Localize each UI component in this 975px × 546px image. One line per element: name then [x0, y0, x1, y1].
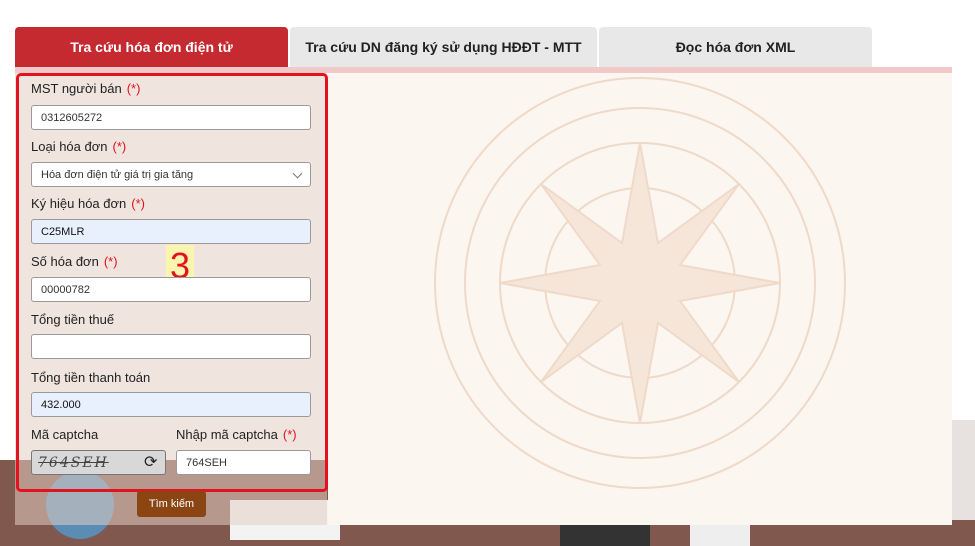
seller-tax-input[interactable]: 0312605272	[31, 105, 311, 130]
total-payment-label: Tổng tiền thanh toán	[31, 370, 151, 385]
tab-lookup-business-registration[interactable]: Tra cứu DN đăng ký sử dụng HĐĐT - MTT	[290, 27, 597, 67]
chevron-down-icon	[292, 168, 303, 179]
tab-bar: Tra cứu hóa đơn điện tử Tra cứu DN đăng …	[15, 27, 874, 67]
invoice-number-input[interactable]: 00000782	[31, 277, 311, 302]
captcha-label: Mã captcha	[31, 427, 99, 442]
tab-read-xml-invoice[interactable]: Đọc hóa đơn XML	[599, 27, 872, 67]
drum-emblem-icon	[434, 77, 846, 489]
tab-lookup-invoice[interactable]: Tra cứu hóa đơn điện tử	[15, 27, 288, 67]
invoice-symbol-input[interactable]: C25MLR	[31, 219, 311, 244]
captcha-input-label: Nhập mã captcha (*)	[176, 427, 297, 442]
search-button[interactable]: Tìm kiếm	[137, 491, 206, 517]
invoice-number-label: Số hóa đơn (*)	[31, 254, 118, 269]
seller-tax-label: MST người bán (*)	[31, 81, 141, 96]
invoice-type-select[interactable]: Hóa đơn điện tử giá trị gia tăng	[31, 162, 311, 187]
emblem-panel	[328, 73, 952, 525]
total-tax-label: Tổng tiền thuế	[31, 312, 115, 327]
invoice-symbol-label: Ký hiệu hóa đơn (*)	[31, 196, 145, 211]
total-tax-input[interactable]	[31, 334, 311, 359]
captcha-image: 764SEH ⟳	[31, 450, 166, 475]
total-payment-input[interactable]: 432.000	[31, 392, 311, 417]
captcha-input[interactable]: 764SEH	[176, 450, 311, 475]
invoice-type-label: Loại hóa đơn (*)	[31, 139, 127, 154]
refresh-icon[interactable]: ⟳	[144, 454, 162, 472]
